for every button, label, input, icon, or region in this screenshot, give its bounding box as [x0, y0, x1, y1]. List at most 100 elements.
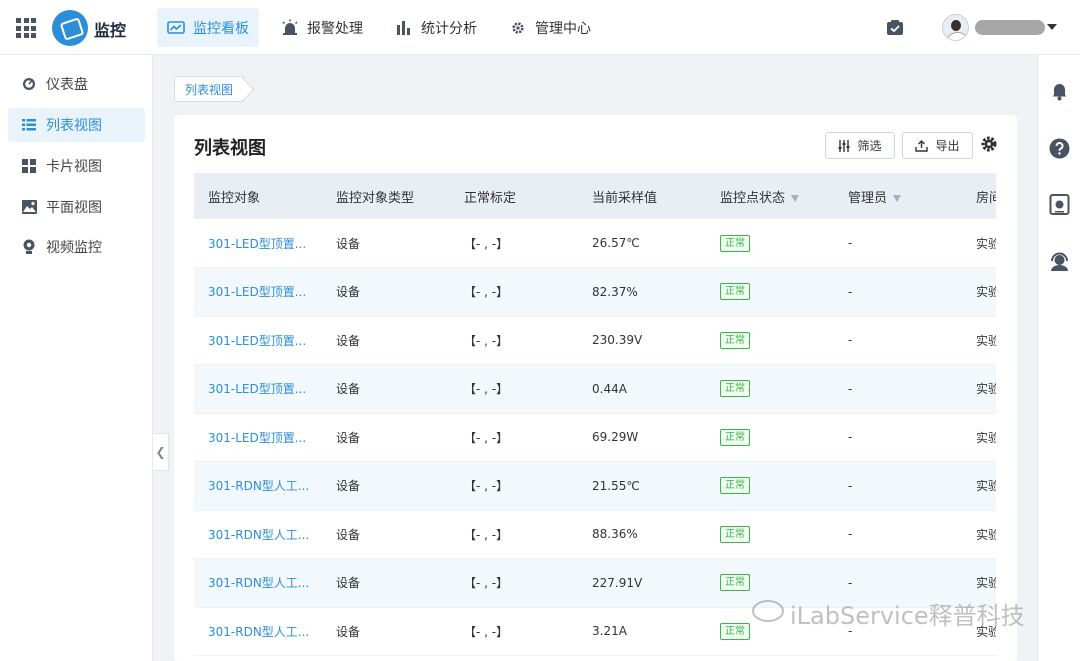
nav-alarm[interactable]: 报警处理 — [271, 8, 373, 47]
table-row[interactable]: 301-LED型顶置... 设备 【- , -】 230.39V 正常 - 实验 — [194, 316, 996, 365]
object-name-link[interactable]: 301-LED型顶置... — [194, 316, 322, 365]
device-info-icon[interactable] — [1049, 194, 1070, 215]
wechat-icon — [752, 600, 784, 622]
object-name-link[interactable]: 301-LED型顶置... — [194, 219, 322, 268]
status-cell: 正常 — [706, 462, 834, 511]
support-agent-icon[interactable] — [1049, 251, 1070, 272]
app-grid-icon[interactable] — [16, 18, 36, 38]
nav-label: 监控看板 — [193, 20, 249, 37]
column-header-label: 管理员 — [848, 190, 888, 206]
filter-button[interactable]: 筛选 — [825, 132, 895, 159]
status-badge: 正常 — [720, 622, 750, 640]
caret-down-icon[interactable] — [1047, 24, 1057, 30]
table-row[interactable]: 301-LED型顶置... 设备 【- , -】 82.37% 正常 - 实验 — [194, 267, 996, 317]
object-type-cell: 设备 — [336, 382, 361, 397]
app-title: 监控 — [94, 21, 127, 40]
filter-label: 筛选 — [857, 139, 882, 153]
table-row[interactable]: 301-LED型顶置... 设备 【- , -】 26.57℃ 正常 - 实验 — [194, 219, 996, 268]
map-icon — [21, 199, 37, 215]
main-nav: 监控看板 报警处理 统计分析 管理中心 — [157, 8, 613, 47]
table-row[interactable]: 301-RDN型人工... 设备 【- , -】 88.36% 正常 - 实验 — [194, 510, 996, 559]
export-label: 导出 — [935, 139, 960, 153]
status-cell: 正常 — [706, 219, 834, 268]
export-button[interactable]: 导出 — [902, 132, 973, 159]
table-row[interactable]: 301-RDN型人工... 设备 【- , -】 21.55℃ 正常 - 实验 — [194, 461, 996, 511]
normal-range-cell: 【- , -】 — [464, 333, 509, 348]
object-type-cell: 设备 — [336, 527, 361, 542]
column-header-admin[interactable]: 管理员 — [834, 173, 962, 219]
object-name-link[interactable]: 301-RDN型人工... — [194, 559, 322, 608]
sidebar-item-dashboard[interactable]: 仪表盘 — [8, 67, 145, 101]
status-cell: 正常 — [706, 268, 834, 317]
object-name-link[interactable]: 301-LED型顶置... — [194, 268, 322, 317]
admin-cell: - — [848, 236, 853, 250]
column-header-status[interactable]: 监控点状态 — [706, 173, 834, 219]
room-cell: 实验 — [976, 479, 996, 494]
object-type-cell: 设备 — [336, 430, 361, 445]
sample-value-cell: 3.21A — [592, 624, 627, 639]
nav-label: 统计分析 — [421, 20, 477, 37]
object-name-link[interactable]: 301-RDN型人工... — [194, 462, 322, 511]
normal-range-cell: 【- , -】 — [464, 430, 509, 445]
status-badge: 正常 — [720, 477, 750, 495]
column-header[interactable]: 房间 — [962, 173, 996, 219]
object-type-cell: 设备 — [336, 333, 361, 348]
sidebar-item-video[interactable]: 视频监控 — [8, 230, 145, 264]
object-name-link[interactable]: 301-RDN型人工... — [194, 607, 322, 656]
sample-value-cell: 230.39V — [592, 333, 643, 348]
collapse-sidebar-button[interactable]: ❮ — [153, 433, 169, 471]
object-type-cell: 设备 — [336, 624, 361, 639]
sample-value-cell: 88.36% — [592, 527, 638, 542]
object-name-link[interactable]: 301-LED型顶置... — [194, 365, 322, 414]
normal-range-cell: 【- , -】 — [464, 236, 509, 251]
normal-range-cell: 【- , -】 — [464, 285, 509, 300]
filter-funnel-icon[interactable] — [893, 194, 902, 202]
nav-management[interactable]: 管理中心 — [499, 8, 601, 47]
normal-range-cell: 【- , -】 — [464, 624, 509, 639]
room-cell: 实验 — [976, 333, 996, 348]
card-grid-icon — [21, 158, 37, 174]
object-type-cell: 设备 — [336, 236, 361, 251]
admin-cell: - — [848, 430, 853, 445]
avatar[interactable] — [942, 14, 969, 41]
bell-icon[interactable] — [1049, 80, 1070, 101]
camera-icon — [21, 239, 37, 255]
sidebar-item-label: 视频监控 — [46, 240, 102, 256]
column-header[interactable]: 监控对象类型 — [322, 173, 450, 219]
sidebar-item-label: 卡片视图 — [46, 159, 102, 175]
column-header[interactable]: 当前采样值 — [578, 173, 706, 219]
sidebar-item-list-view[interactable]: 列表视图 — [8, 108, 145, 142]
object-name-link[interactable]: 301-RDN型人工... — [194, 510, 322, 559]
settings-gear-icon[interactable] — [980, 135, 998, 153]
upload-icon — [915, 139, 929, 152]
status-cell: 正常 — [706, 365, 834, 414]
normal-range-cell: 【- , -】 — [464, 479, 509, 494]
sidebar-item-card-view[interactable]: 卡片视图 — [8, 149, 145, 183]
nav-label: 报警处理 — [307, 20, 363, 37]
nav-stats[interactable]: 统计分析 — [385, 8, 487, 47]
clipboard-icon[interactable] — [886, 20, 904, 36]
object-type-cell: 设备 — [336, 479, 361, 494]
object-type-cell: 设备 — [336, 285, 361, 300]
room-cell: 实验 — [976, 430, 996, 445]
username-redacted[interactable] — [975, 20, 1045, 35]
table-row[interactable]: 301-LED型顶置... 设备 【- , -】 69.29W 正常 - 实验 — [194, 413, 996, 462]
page-title: 列表视图 — [194, 138, 266, 159]
room-cell: 实验 — [976, 527, 996, 542]
column-header[interactable]: 正常标定 — [450, 173, 578, 219]
help-icon[interactable] — [1049, 138, 1070, 159]
nav-monitor-board[interactable]: 监控看板 — [157, 8, 259, 47]
object-name-link[interactable]: 301-LED型顶置... — [194, 413, 322, 462]
nav-label: 管理中心 — [535, 20, 591, 37]
status-badge: 正常 — [720, 428, 750, 446]
status-badge: 正常 — [720, 283, 750, 301]
list-view-card: 列表视图 筛选 导出 监控对象 监控对象类型 正常标定 当前采样值 监控点状态 … — [174, 115, 1017, 661]
column-header[interactable]: 监控对象 — [194, 173, 322, 219]
admin-cell: - — [848, 284, 853, 299]
sidebar-item-plane-view[interactable]: 平面视图 — [8, 190, 145, 224]
breadcrumb[interactable]: 列表视图 — [174, 76, 245, 102]
filter-funnel-icon[interactable] — [791, 194, 800, 202]
table-row[interactable]: 301-LED型顶置... 设备 【- , -】 0.44A 正常 - 实验 — [194, 364, 996, 414]
sidebar: 仪表盘 列表视图 卡片视图 平面视图 视频监控 — [0, 55, 153, 661]
sidebar-item-label: 平面视图 — [46, 200, 102, 216]
